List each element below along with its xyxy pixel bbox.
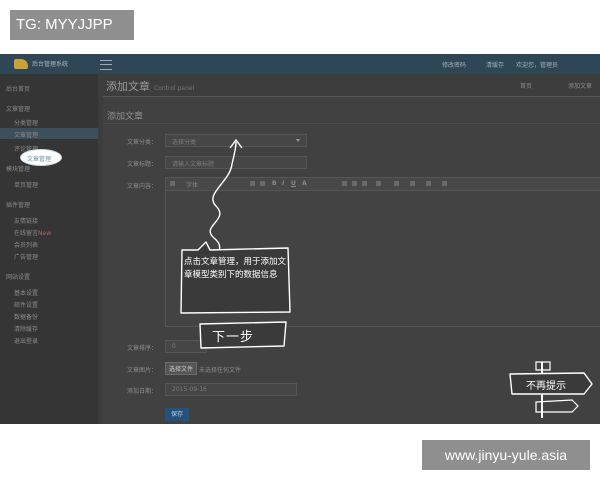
list-icon[interactable] <box>410 181 415 186</box>
text-color-icon[interactable]: A <box>302 180 307 187</box>
indent-icon[interactable] <box>426 181 431 186</box>
breadcrumb-current: 添加文章 <box>568 83 593 90</box>
user-menu[interactable]: 欢迎您，管理员 <box>516 60 558 69</box>
sidebar-subitem[interactable]: 友情链接 <box>14 216 38 225</box>
sidebar-item-label: 广告管理 <box>14 254 39 261</box>
sidebar-item-label: 邮件设置 <box>14 302 39 309</box>
logo-icon <box>14 59 28 69</box>
align-center-icon[interactable] <box>352 181 357 186</box>
admin-screenshot: 后台管理系统 修改密码 清缓存 欢迎您，管理员 后台首页 文章管理 分类管理 文章管理… <box>0 54 600 424</box>
sidebar-subitem[interactable]: 邮件设置 <box>14 300 38 309</box>
sidebar-item-label: 模块管理 <box>6 166 31 173</box>
highlighted-menu-label: 文章管理 <box>27 156 52 163</box>
clear-cache-link[interactable]: 清缓存 <box>486 60 504 69</box>
sidebar: 后台首页 文章管理 分类管理 文章管理 评论管理 模块管理 单页管理 插件管理 友情链接 在线留言… <box>0 74 98 424</box>
sidebar-subitem[interactable]: 广告管理 <box>14 252 38 261</box>
panel-title: 添加文章 <box>107 112 144 122</box>
file-status: 未选择任何文件 <box>199 367 242 374</box>
sidebar-subitem[interactable]: 数据备份 <box>14 312 38 321</box>
sidebar-item-label: 单页管理 <box>14 182 39 189</box>
sidebar-item-label: 会员列表 <box>14 242 39 249</box>
choose-file-button[interactable]: 选择文件 <box>165 362 198 375</box>
image-label: 文章图片： <box>126 367 157 374</box>
sidebar-subitem[interactable]: 文章管理 <box>14 130 38 139</box>
sidebar-item-label: 在线留言 <box>14 230 39 237</box>
logo-text: 后台管理系统 <box>32 61 69 68</box>
sidebar-item-label: 分类管理 <box>14 120 39 127</box>
sidebar-subitem[interactable]: 分类管理 <box>14 118 38 127</box>
sidebar-section[interactable]: 插件管理 <box>6 200 30 209</box>
page-title: 添加文章 Control panel <box>106 80 195 93</box>
menu-toggle-icon[interactable] <box>100 60 112 70</box>
sidebar-subitem[interactable]: 基本设置 <box>14 288 38 297</box>
sidebar-subitem[interactable]: 清除缓存 <box>14 324 38 333</box>
sidebar-section[interactable]: 文章管理 <box>6 104 30 113</box>
sidebar-subitem[interactable]: 在线留言New <box>14 228 51 237</box>
top-navbar: 后台管理系统 修改密码 清缓存 欢迎您，管理员 <box>0 54 600 74</box>
sidebar-item-label: 基本设置 <box>14 290 39 297</box>
sidebar-item-label: 数据备份 <box>14 314 39 321</box>
channel-tag-overlay: TG: MYYJJPP <box>10 10 134 40</box>
emoticon-icon[interactable] <box>376 181 381 186</box>
sidebar-item-label: 文章管理 <box>14 132 39 139</box>
sidebar-item-label: 插件管理 <box>6 202 31 209</box>
sidebar-section[interactable]: 后台首页 <box>6 84 30 93</box>
sidebar-item-label: 网站设置 <box>6 274 31 281</box>
breadcrumb-home[interactable]: 首页 <box>520 81 532 90</box>
url-watermark: www.jinyu-yule.asia <box>422 440 590 470</box>
sidebar-section[interactable]: 网站设置 <box>6 272 30 281</box>
align-left-icon[interactable] <box>342 181 347 186</box>
sidebar-subitem[interactable]: 退出登录 <box>14 336 38 345</box>
date-label: 添加日期： <box>126 388 157 395</box>
divider <box>103 123 600 124</box>
sidebar-item-label: 清除缓存 <box>14 326 39 333</box>
sidebar-section[interactable]: 模块管理 <box>6 164 30 173</box>
fullscreen-icon[interactable] <box>442 181 447 186</box>
table-icon[interactable] <box>394 181 399 186</box>
guide-bubble-text: 点击文章管理，用于添加文章模型类别下的数据信息 <box>184 257 287 280</box>
save-button[interactable]: 保存 <box>165 408 189 421</box>
content-label: 文章内容： <box>126 183 157 190</box>
title-label: 文章标题： <box>126 161 157 168</box>
sidebar-item-label: 文章管理 <box>6 106 31 113</box>
sidebar-subitem[interactable]: 会员列表 <box>14 240 38 249</box>
sidebar-item-label: 退出登录 <box>14 338 39 345</box>
category-label: 文章分类： <box>126 139 157 146</box>
dismiss-guide-button[interactable]: 不再提示 <box>526 377 566 392</box>
sidebar-subitem[interactable]: 单页管理 <box>14 180 38 189</box>
order-label: 文章排序： <box>126 345 157 352</box>
change-password-link[interactable]: 修改密码 <box>442 60 466 69</box>
date-input[interactable]: 2015-09-16 <box>165 383 297 396</box>
next-step-button[interactable]: 下一步 <box>212 326 254 345</box>
align-right-icon[interactable] <box>362 181 367 186</box>
highlighted-menu-item[interactable]: 文章管理 <box>20 149 62 166</box>
new-badge: New <box>38 230 52 237</box>
sidebar-item-label: 友情链接 <box>14 218 39 225</box>
sidebar-item-label: 后台首页 <box>6 86 31 93</box>
page-subtitle: Control panel <box>154 85 195 92</box>
